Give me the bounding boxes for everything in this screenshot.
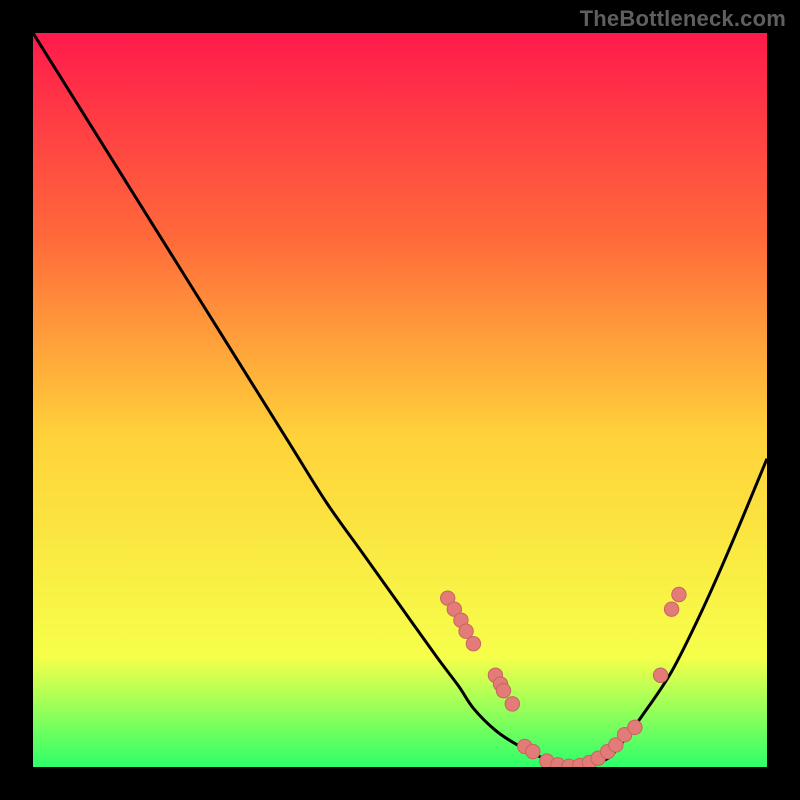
data-dot xyxy=(628,720,642,734)
data-dot xyxy=(672,587,686,601)
attribution-text: TheBottleneck.com xyxy=(580,6,786,32)
data-dot xyxy=(664,602,678,616)
data-dot xyxy=(459,624,473,638)
data-dot xyxy=(466,636,480,650)
data-dot xyxy=(653,668,667,682)
plot-area xyxy=(33,33,767,767)
chart-frame: TheBottleneck.com xyxy=(0,0,800,800)
data-dot xyxy=(505,697,519,711)
chart-svg xyxy=(0,0,800,800)
data-dot xyxy=(496,683,510,697)
data-dot xyxy=(526,744,540,758)
